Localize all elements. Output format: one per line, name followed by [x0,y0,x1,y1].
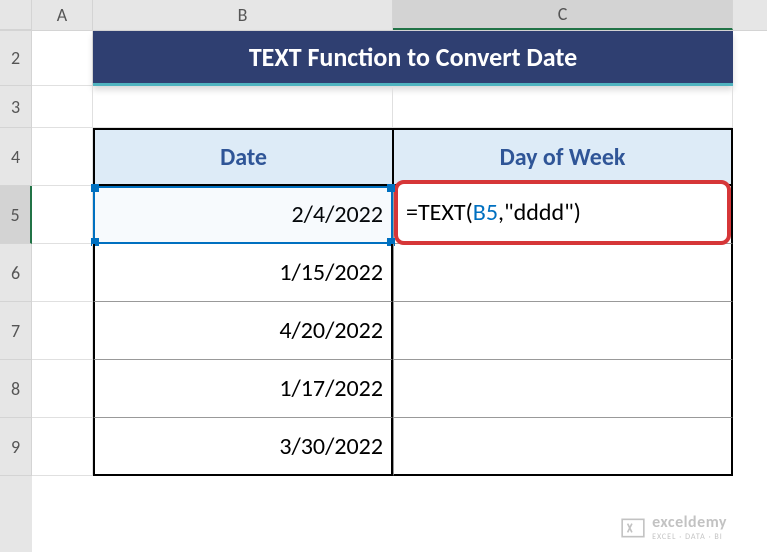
cell-B8[interactable]: 1/17/2022 [93,360,393,418]
column-headers: A B C [0,0,767,31]
watermark-main: exceldemy [652,513,727,532]
col-header-C[interactable]: C [393,0,733,30]
select-all-corner[interactable] [0,0,32,30]
cell-A3[interactable] [32,86,93,128]
formula-reference: B5 [473,198,498,227]
cell-C8[interactable] [393,360,733,418]
formula-highlight-box: =TEXT(B5,"dddd") [394,180,731,245]
watermark: exceldemy EXCEL · DATA · BI [620,513,727,542]
row-header-9[interactable]: 9 [0,418,32,476]
cell-A2[interactable] [32,31,93,86]
cell-C7[interactable] [393,302,733,360]
watermark-sub: EXCEL · DATA · BI [652,532,727,542]
cell-A9[interactable] [32,418,93,476]
excel-icon [620,515,646,541]
cell-C5-active[interactable]: =TEXT(B5,"dddd") [393,186,733,244]
row-header-2[interactable]: 2 [0,31,32,86]
cell-C6[interactable] [393,244,733,302]
col-header-A[interactable]: A [32,0,93,30]
title-banner: TEXT Function to Convert Date [93,31,733,86]
cell-A8[interactable] [32,360,93,418]
cell-B7[interactable]: 4/20/2022 [93,302,393,360]
cell-B5[interactable]: 2/4/2022 [93,186,393,244]
cell-A7[interactable] [32,302,93,360]
row-header-4[interactable]: 4 [0,128,32,186]
cell-C9[interactable] [393,418,733,476]
row-header-3[interactable]: 3 [0,86,32,128]
cell-C3[interactable] [393,86,733,128]
col-header-B[interactable]: B [93,0,393,30]
spreadsheet-grid: A B C 2 3 4 5 6 7 8 9 TEXT Function to C… [0,0,767,552]
header-day[interactable]: Day of Week [393,128,733,186]
formula-suffix: ,"dddd") [498,198,581,227]
cell-A6[interactable] [32,244,93,302]
cell-B3[interactable] [93,86,393,128]
row-header-5[interactable]: 5 [0,186,32,244]
cells-area: TEXT Function to Convert Date Date Day o… [32,31,767,552]
row-header-8[interactable]: 8 [0,360,32,418]
cell-A4[interactable] [32,128,93,186]
cell-B9[interactable]: 3/30/2022 [93,418,393,476]
cell-B6[interactable]: 1/15/2022 [93,244,393,302]
cell-A5[interactable] [32,186,93,244]
row-headers: 2 3 4 5 6 7 8 9 [0,31,32,552]
formula-prefix: =TEXT( [406,198,473,227]
row-header-7[interactable]: 7 [0,302,32,360]
header-date[interactable]: Date [93,128,393,186]
row-header-6[interactable]: 6 [0,244,32,302]
